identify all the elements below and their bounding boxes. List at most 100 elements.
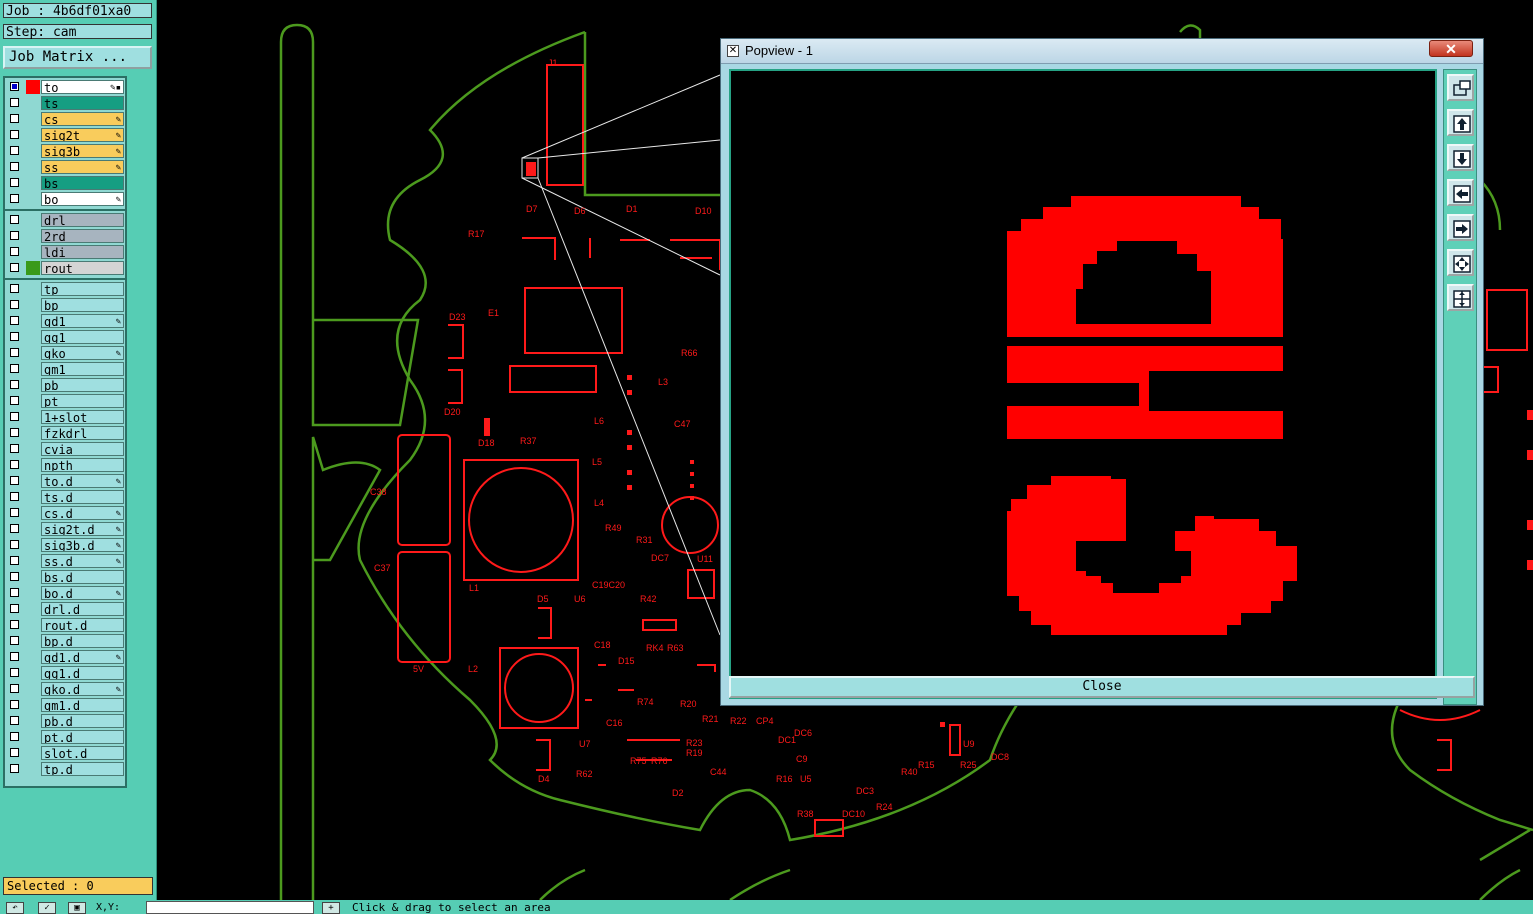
layer-name[interactable]: npth — [41, 458, 124, 472]
layer-name[interactable]: rout — [41, 261, 124, 275]
layer-color-swatch[interactable] — [26, 618, 40, 632]
layer-color-swatch[interactable] — [26, 80, 40, 94]
layer-row-fzkdrl[interactable]: fzkdrl — [7, 426, 125, 441]
layer-color-swatch[interactable] — [26, 176, 40, 190]
layer-row-rout.d[interactable]: rout.d — [7, 618, 125, 633]
coordinate-input[interactable] — [146, 901, 314, 914]
layer-visibility-checkbox[interactable] — [10, 444, 19, 453]
layer-visibility-checkbox[interactable] — [10, 215, 19, 224]
layer-row-rout[interactable]: rout — [7, 261, 125, 276]
layer-visibility-checkbox[interactable] — [10, 476, 19, 485]
layer-name[interactable]: ts.d — [41, 490, 124, 504]
layer-visibility-checkbox[interactable] — [10, 82, 19, 91]
layer-name[interactable]: bp.d — [41, 634, 124, 648]
zoom-home-icon[interactable] — [1447, 284, 1474, 311]
layer-row-ss[interactable]: ss ✎ — [7, 160, 125, 175]
layer-name[interactable]: gd1.d ✎ — [41, 650, 124, 664]
layer-row-bs[interactable]: bs — [7, 176, 125, 191]
layer-color-swatch[interactable] — [26, 394, 40, 408]
layer-color-swatch[interactable] — [26, 586, 40, 600]
layer-color-swatch[interactable] — [26, 330, 40, 344]
popview-close-button[interactable]: Close — [729, 676, 1475, 698]
layer-color-swatch[interactable] — [26, 144, 40, 158]
layer-color-swatch[interactable] — [26, 128, 40, 142]
layer-name[interactable]: bs — [41, 176, 124, 190]
layer-visibility-checkbox[interactable] — [10, 380, 19, 389]
layer-row-bo[interactable]: bo ✎ — [7, 192, 125, 207]
layer-name[interactable]: sig3b.d ✎ — [41, 538, 124, 552]
layer-visibility-checkbox[interactable] — [10, 396, 19, 405]
layer-name[interactable]: bp — [41, 298, 124, 312]
layer-visibility-checkbox[interactable] — [10, 764, 19, 773]
layer-name[interactable]: 1+slot — [41, 410, 124, 424]
layer-color-swatch[interactable] — [26, 346, 40, 360]
layer-color-swatch[interactable] — [26, 698, 40, 712]
layer-visibility-checkbox[interactable] — [10, 130, 19, 139]
layer-visibility-checkbox[interactable] — [10, 348, 19, 357]
layer-name[interactable]: ss.d ✎ — [41, 554, 124, 568]
layer-visibility-checkbox[interactable] — [10, 231, 19, 240]
undo-icon[interactable]: ↶ — [6, 902, 24, 914]
layer-row-pt[interactable]: pt — [7, 394, 125, 409]
layer-row-cs.d[interactable]: cs.d ✎ — [7, 506, 125, 521]
pan-left-icon[interactable] — [1447, 179, 1474, 206]
layer-visibility-checkbox[interactable] — [10, 572, 19, 581]
layer-color-swatch[interactable] — [26, 682, 40, 696]
layer-visibility-checkbox[interactable] — [10, 588, 19, 597]
layer-row-drl.d[interactable]: drl.d — [7, 602, 125, 617]
layer-color-swatch[interactable] — [26, 192, 40, 206]
popview-zoom-view[interactable] — [729, 69, 1437, 699]
layer-color-swatch[interactable] — [26, 112, 40, 126]
layer-color-swatch[interactable] — [26, 426, 40, 440]
options-icon[interactable]: + — [322, 902, 340, 914]
layer-name[interactable]: sig2t ✎ — [41, 128, 124, 142]
layer-color-swatch[interactable] — [26, 746, 40, 760]
layer-visibility-checkbox[interactable] — [10, 620, 19, 629]
layer-name[interactable]: gm1 — [41, 362, 124, 376]
layer-row-bp[interactable]: bp — [7, 298, 125, 313]
layer-visibility-checkbox[interactable] — [10, 178, 19, 187]
layer-row-2rd[interactable]: 2rd — [7, 229, 125, 244]
layer-row-sig2t[interactable]: sig2t ✎ — [7, 128, 125, 143]
layer-name[interactable]: gg1 — [41, 330, 124, 344]
layer-name[interactable]: pb — [41, 378, 124, 392]
layer-name[interactable]: pt — [41, 394, 124, 408]
layer-row-tp.d[interactable]: tp.d — [7, 762, 125, 777]
layer-row-cs[interactable]: cs ✎ — [7, 112, 125, 127]
layer-row-pb[interactable]: pb — [7, 378, 125, 393]
layer-name[interactable]: sig3b ✎ — [41, 144, 124, 158]
layer-color-swatch[interactable] — [26, 506, 40, 520]
layer-color-swatch[interactable] — [26, 602, 40, 616]
layer-visibility-checkbox[interactable] — [10, 263, 19, 272]
layer-visibility-checkbox[interactable] — [10, 668, 19, 677]
layer-visibility-checkbox[interactable] — [10, 492, 19, 501]
layer-row-gd1.d[interactable]: gd1.d ✎ — [7, 650, 125, 665]
layer-color-swatch[interactable] — [26, 458, 40, 472]
layer-color-swatch[interactable] — [26, 442, 40, 456]
layer-row-pb.d[interactable]: pb.d — [7, 714, 125, 729]
layer-name[interactable]: pb.d — [41, 714, 124, 728]
layer-row-slot.d[interactable]: slot.d — [7, 746, 125, 761]
layer-row-bp.d[interactable]: bp.d — [7, 634, 125, 649]
snap-icon[interactable]: ▣ — [68, 902, 86, 914]
layer-color-swatch[interactable] — [26, 314, 40, 328]
layer-row-gm1[interactable]: gm1 — [7, 362, 125, 377]
layer-visibility-checkbox[interactable] — [10, 556, 19, 565]
layer-color-swatch[interactable] — [26, 522, 40, 536]
popview-window[interactable]: ✕ Popview - 1 ✕ Close — [720, 38, 1484, 706]
layer-row-cvia[interactable]: cvia — [7, 442, 125, 457]
layer-name[interactable]: to ✎▪ — [41, 80, 124, 94]
layer-row-sig3b[interactable]: sig3b ✎ — [7, 144, 125, 159]
layer-color-swatch[interactable] — [26, 245, 40, 259]
layer-color-swatch[interactable] — [26, 570, 40, 584]
layer-visibility-checkbox[interactable] — [10, 114, 19, 123]
layer-visibility-checkbox[interactable] — [10, 636, 19, 645]
layer-color-swatch[interactable] — [26, 160, 40, 174]
layer-color-swatch[interactable] — [26, 96, 40, 110]
layer-color-swatch[interactable] — [26, 282, 40, 296]
layer-color-swatch[interactable] — [26, 762, 40, 776]
layer-name[interactable]: ts — [41, 96, 124, 110]
check-icon[interactable]: ✓ — [38, 902, 56, 914]
layer-color-swatch[interactable] — [26, 490, 40, 504]
layer-color-swatch[interactable] — [26, 538, 40, 552]
